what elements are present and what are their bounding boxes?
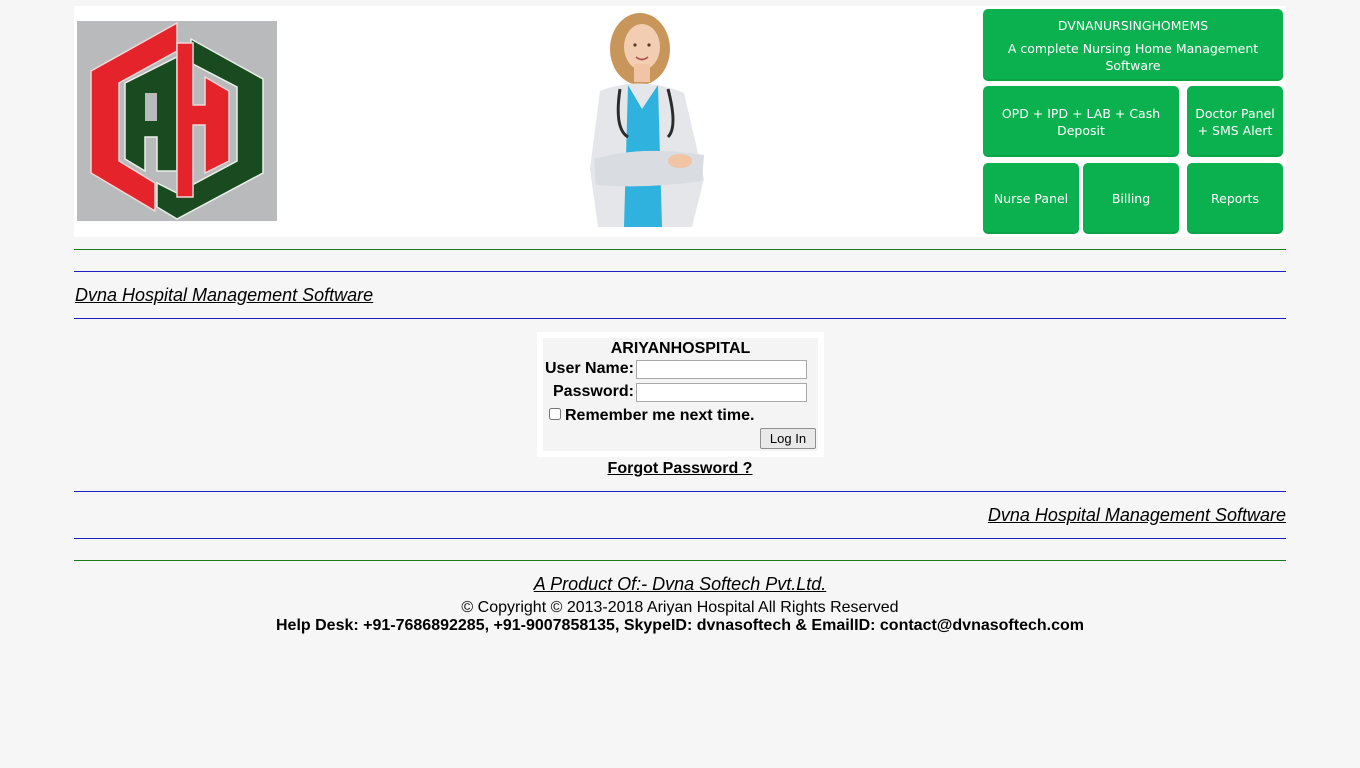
tile-reports[interactable]: Reports xyxy=(1187,163,1283,234)
tile-billing-label: Billing xyxy=(1111,191,1151,206)
divider-green xyxy=(74,560,1286,561)
doctor-image xyxy=(580,9,720,229)
tile-doctor-panel[interactable]: Doctor Panel + SMS Alert xyxy=(1187,86,1283,157)
tile-doctor-label: Doctor Panel + SMS Alert xyxy=(1195,105,1275,138)
footer-product: A Product Of:- Dvna Softech Pvt.Ltd. xyxy=(0,574,1360,595)
forgot-password-link[interactable]: Forgot Password ? xyxy=(608,460,753,477)
login-button[interactable]: Log In xyxy=(760,428,816,449)
bottom-software-link[interactable]: Dvna Hospital Management Software xyxy=(988,505,1286,526)
divider-green xyxy=(74,249,1286,250)
hospital-name: ARIYANHOSPITAL xyxy=(610,340,751,357)
tile-opd-ipd-lab[interactable]: OPD + IPD + LAB + Cash Deposit xyxy=(983,86,1179,157)
login-form: ARIYANHOSPITAL User Name: Password: Reme… xyxy=(537,332,824,457)
tile-nurse-panel[interactable]: Nurse Panel xyxy=(983,163,1079,234)
tile-nurse-label: Nurse Panel xyxy=(993,191,1069,206)
hospital-logo xyxy=(77,21,277,221)
remember-me-checkbox[interactable] xyxy=(549,408,561,420)
feature-tiles: DVNANURSINGHOMEMS A complete Nursing Hom… xyxy=(983,9,1283,234)
tile-reports-label: Reports xyxy=(1211,191,1259,206)
divider-blue xyxy=(74,318,1286,319)
product-link[interactable]: A Product Of:- Dvna Softech Pvt.Ltd. xyxy=(534,574,826,594)
password-input[interactable] xyxy=(636,383,807,402)
doctor-illustration-icon xyxy=(590,13,704,228)
tile-product-subtitle: A complete Nursing Home Management Softw… xyxy=(1007,40,1259,73)
username-label: User Name: xyxy=(545,360,634,377)
tile-product-title: DVNANURSINGHOMEMS xyxy=(1057,17,1209,33)
remember-me-label[interactable]: Remember me next time. xyxy=(565,407,754,425)
tile-opd-label: OPD + IPD + LAB + Cash Deposit xyxy=(1001,105,1161,138)
footer-copyright: © Copyright © 2013-2018 Ariyan Hospital … xyxy=(461,599,899,616)
top-software-link[interactable]: Dvna Hospital Management Software xyxy=(75,285,373,306)
footer-helpdesk: Help Desk: +91-7686892285, +91-900785813… xyxy=(276,617,1084,634)
ah-logo-icon xyxy=(77,21,277,221)
username-input[interactable] xyxy=(636,360,807,379)
password-label: Password: xyxy=(553,383,634,400)
divider-blue xyxy=(74,271,1286,272)
forgot-password-row: Forgot Password ? xyxy=(0,460,1360,478)
header-banner: DVNANURSINGHOMEMS A complete Nursing Hom… xyxy=(74,6,1286,237)
divider-blue xyxy=(74,538,1286,539)
divider-blue xyxy=(74,491,1286,492)
tile-product-info[interactable]: DVNANURSINGHOMEMS A complete Nursing Hom… xyxy=(983,9,1283,81)
tile-billing[interactable]: Billing xyxy=(1083,163,1179,234)
